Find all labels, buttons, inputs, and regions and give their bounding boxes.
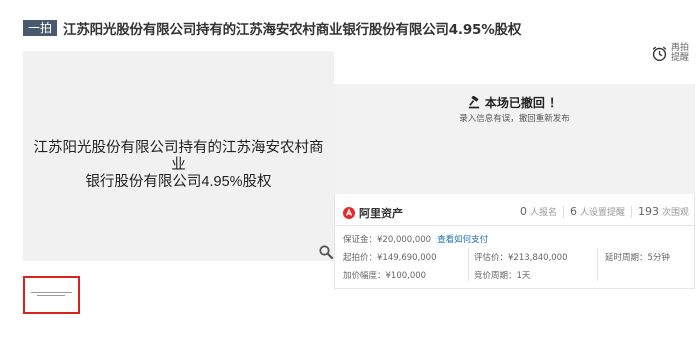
delay-value: 5分钟 xyxy=(647,253,670,263)
appraisal-value: ¥213,840,000 xyxy=(508,253,568,263)
info-divider xyxy=(335,225,694,226)
lot-thumbnail[interactable] xyxy=(23,276,80,314)
increment-row: 加价幅度：¥100,000 xyxy=(343,271,427,281)
payment-help-link[interactable]: 查看如何支付 xyxy=(437,235,488,245)
auction-info-panel: 阿里资产 0 人报名 6 人设置提醒 193 次围观 保证金：¥20,000,0… xyxy=(334,194,695,289)
page-title: 江苏阳光股份有限公司持有的江苏海安农村商业银行股份有限公司4.95%股权 xyxy=(63,22,522,38)
reminder-count: 6 xyxy=(569,205,577,218)
bid-period-value: 1天 xyxy=(516,271,531,281)
auction-round-badge: 一拍 xyxy=(23,20,58,36)
gavel-icon xyxy=(468,96,480,109)
auction-header: 一拍 江苏阳光股份有限公司持有的江苏海安农村商业银行股份有限公司4.95%股权 xyxy=(23,19,522,38)
platform-brand[interactable]: 阿里资产 xyxy=(343,205,403,221)
deposit-value: ¥20,000,000 xyxy=(377,235,432,245)
views-count: 193 xyxy=(637,205,659,218)
appraisal-row: 评估价：¥213,840,000 xyxy=(474,253,568,263)
withdrawn-reason: 录入信息有误，撤回重新发布 xyxy=(459,114,570,124)
deposit-row: 保证金：¥20,000,000 查看如何支付 xyxy=(343,235,489,245)
start-price-value: ¥149,690,000 xyxy=(377,253,437,263)
thumbnail-text-line xyxy=(31,292,72,293)
lot-image-text: 江苏阳光股份有限公司持有的江苏海安农村商业 银行股份有限公司4.95%股权 xyxy=(33,140,324,190)
views-label: 次围观 xyxy=(661,208,689,218)
bid-period-row: 竞价周期：1天 xyxy=(474,271,531,281)
lot-main-image[interactable]: 江苏阳光股份有限公司持有的江苏海安农村商业 银行股份有限公司4.95%股权 xyxy=(23,51,334,261)
increment-value: ¥100,000 xyxy=(385,271,427,281)
stat-divider xyxy=(630,205,632,218)
delay-row: 延时周期：5分钟 xyxy=(605,253,670,263)
auction-withdrawn-notice: 本场已撤回 ！ 录入信息有误，撤回重新发布 xyxy=(334,84,695,194)
magnifier-icon[interactable] xyxy=(319,245,333,259)
ali-assets-logo-icon xyxy=(343,207,355,219)
column-divider xyxy=(597,248,598,281)
column-divider xyxy=(468,248,469,281)
withdrawn-title: 本场已撤回 ！ xyxy=(334,94,695,111)
reminder-count-label: 人设置提醒 xyxy=(579,208,625,218)
stat-divider xyxy=(562,205,564,218)
reminder-label: 再拍 提醒 xyxy=(671,43,690,63)
alarm-clock-icon xyxy=(652,46,667,61)
participation-stats: 0 人报名 6 人设置提醒 193 次围观 xyxy=(520,205,689,218)
re-auction-reminder-button[interactable]: 再拍 提醒 xyxy=(651,42,695,64)
registered-count: 0 xyxy=(519,205,527,218)
thumbnail-text-line xyxy=(37,295,65,296)
registered-label: 人报名 xyxy=(529,208,557,218)
start-price-row: 起拍价：¥149,690,000 xyxy=(343,253,437,263)
